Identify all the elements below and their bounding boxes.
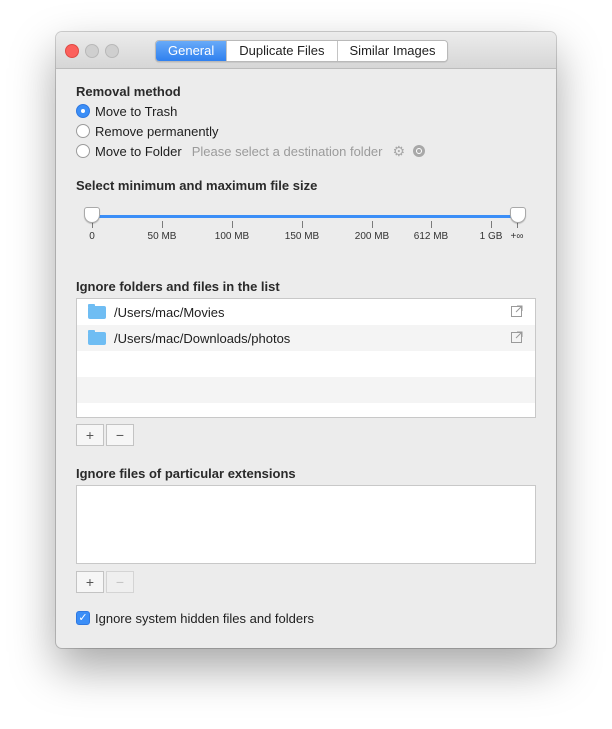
slider-tick: [372, 221, 373, 228]
add-folder-button[interactable]: +: [76, 424, 104, 446]
magnifier-icon[interactable]: [413, 145, 426, 157]
tick-label: 50 MB: [147, 231, 177, 242]
list-item[interactable]: /Users/mac/Downloads/photos: [77, 325, 535, 351]
gear-icon[interactable]: ⚙: [393, 143, 406, 160]
slider-track[interactable]: [92, 215, 518, 218]
ignore-extensions-list[interactable]: [76, 485, 536, 564]
slider-tick: [162, 221, 163, 228]
folders-button-group: + −: [76, 424, 134, 446]
radio-move-to-folder[interactable]: Move to Folder Please select a destinati…: [76, 142, 426, 160]
tick-label: 0: [89, 231, 95, 242]
radio-indicator[interactable]: [76, 144, 90, 158]
tab-duplicate-files[interactable]: Duplicate Files: [226, 41, 337, 61]
slider-tick: [232, 221, 233, 228]
reveal-icon[interactable]: [511, 331, 523, 343]
empty-row: [77, 377, 535, 403]
tick-label: +∞: [510, 231, 524, 242]
hidden-files-checkbox[interactable]: ✓: [76, 611, 90, 625]
hidden-files-label: Ignore system hidden files and folders: [95, 610, 314, 626]
zoom-button[interactable]: [105, 44, 119, 58]
radio-remove-permanently[interactable]: Remove permanently: [76, 122, 219, 140]
minimize-button[interactable]: [85, 44, 99, 58]
preferences-window: General Duplicate Files Similar Images R…: [56, 32, 556, 648]
slider-min-handle[interactable]: [84, 207, 100, 223]
list-item[interactable]: /Users/mac/Movies: [77, 299, 535, 325]
ignore-extensions-title: Ignore files of particular extensions: [76, 466, 296, 481]
remove-extension-button[interactable]: −: [106, 571, 134, 593]
radio-label: Move to Trash: [95, 103, 178, 119]
add-extension-button[interactable]: +: [76, 571, 104, 593]
radio-label: Move to Folder: [95, 143, 182, 159]
tab-similar-images[interactable]: Similar Images: [336, 41, 448, 61]
close-button[interactable]: [65, 44, 79, 58]
extensions-button-group: + −: [76, 571, 134, 593]
file-size-slider[interactable]: 0 50 MB 100 MB 150 MB 200 MB 612 MB 1 GB…: [76, 202, 536, 252]
tab-general[interactable]: General: [156, 41, 227, 61]
hidden-files-checkbox-row[interactable]: ✓ Ignore system hidden files and folders: [76, 609, 314, 627]
tick-label: 612 MB: [413, 231, 449, 242]
slider-tick: [431, 221, 432, 228]
slider-max-handle[interactable]: [510, 207, 526, 223]
tick-label: 200 MB: [354, 231, 390, 242]
title-bar: General Duplicate Files Similar Images: [56, 32, 556, 69]
folder-icon: [88, 329, 106, 345]
folder-icon: [88, 303, 106, 319]
radio-move-to-trash[interactable]: Move to Trash: [76, 102, 177, 120]
list-item-path: /Users/mac/Downloads/photos: [114, 330, 291, 346]
ignore-folders-title: Ignore folders and files in the list: [76, 279, 280, 294]
radio-indicator[interactable]: [76, 124, 90, 138]
slider-tick: [302, 221, 303, 228]
reveal-icon[interactable]: [511, 305, 523, 317]
slider-tick: [491, 221, 492, 228]
tick-label: 1 GB: [479, 231, 503, 242]
tick-label: 100 MB: [214, 231, 250, 242]
removal-method-title: Removal method: [76, 84, 181, 99]
empty-row: [77, 351, 535, 377]
tab-bar: General Duplicate Files Similar Images: [155, 40, 449, 62]
list-item-path: /Users/mac/Movies: [114, 304, 225, 320]
remove-folder-button[interactable]: −: [106, 424, 134, 446]
file-size-title: Select minimum and maximum file size: [76, 178, 318, 193]
tick-label: 150 MB: [284, 231, 320, 242]
radio-indicator[interactable]: [76, 104, 90, 118]
destination-folder-placeholder: Please select a destination folder: [191, 143, 383, 159]
radio-label: Remove permanently: [95, 123, 219, 139]
ignore-folders-list[interactable]: /Users/mac/Movies /Users/mac/Downloads/p…: [76, 298, 536, 418]
